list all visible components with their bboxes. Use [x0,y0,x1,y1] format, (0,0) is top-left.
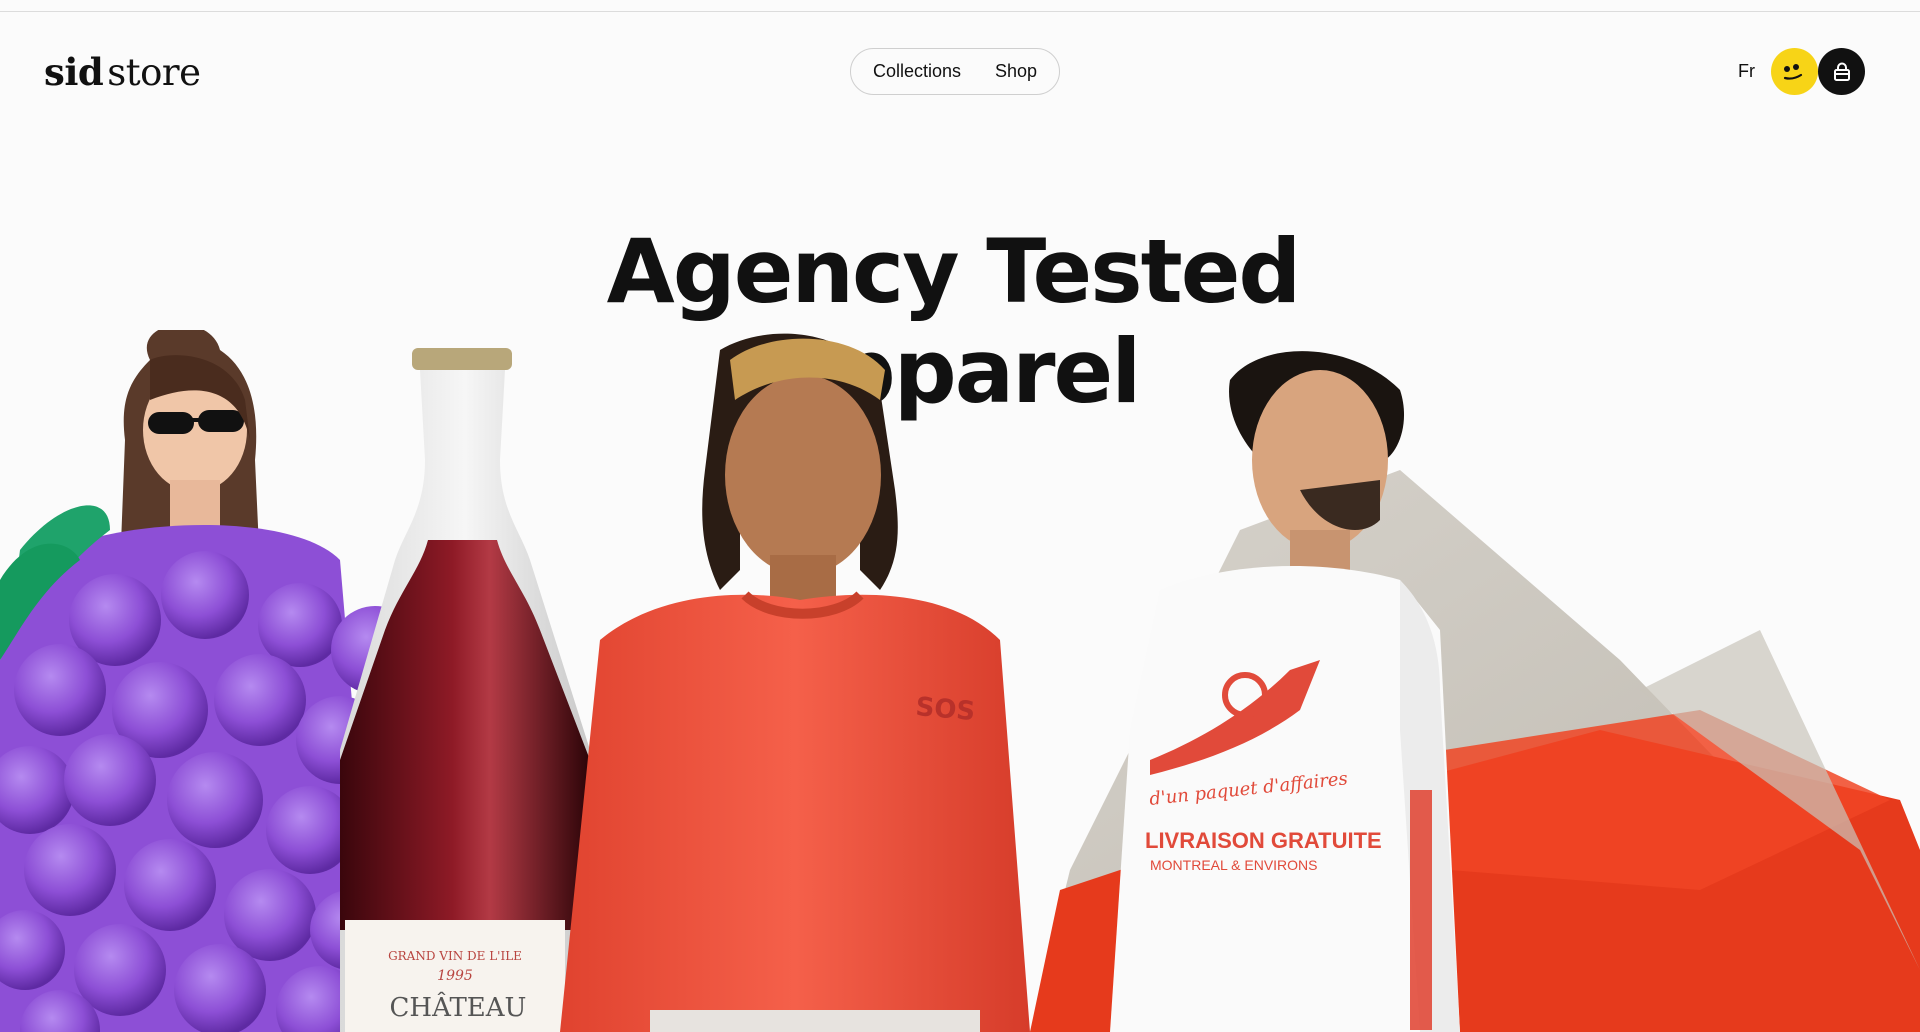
shopping-bag-icon[interactable] [1818,48,1865,95]
logo-sid: sid [44,50,104,94]
wine-label-chateau: CHÂTEAU [390,991,527,1023]
white-shirt-model: d'un paquet d'affaires LIVRAISON GRATUIT… [1110,351,1460,1032]
hero-imagery: GRAND VIN DE L'ILE 1995 CHÂTEAU SOS d'un… [0,330,1920,1032]
hero-title-line1: Agency Tested [606,220,1302,323]
sweater-print: SOS [914,692,976,727]
smiley-face-icon[interactable] [1771,48,1818,95]
wine-bottle: GRAND VIN DE L'ILE 1995 CHÂTEAU [340,348,590,1032]
nav-shop-link[interactable]: Shop [995,61,1037,82]
wine-label-line1: GRAND VIN DE L'ILE [388,949,522,963]
wine-label-year: 1995 [437,968,473,984]
main-nav: Collections Shop [850,48,1060,95]
hero-imagery-svg: GRAND VIN DE L'ILE 1995 CHÂTEAU SOS d'un… [0,330,1920,1032]
page: sid store Collections Shop Fr Agency Tes… [0,0,1920,1032]
nav-collections-link[interactable]: Collections [873,61,961,82]
site-logo[interactable]: sid store [44,50,201,94]
shirt-print-sub: MONTREAL & ENVIRONS [1150,857,1318,873]
orange-sweater-model: SOS [560,333,1030,1032]
shirt-print-headline: LIVRAISON GRATUITE [1145,828,1382,853]
logo-store: store [107,51,201,94]
top-divider [0,11,1920,12]
language-toggle[interactable]: Fr [1738,61,1755,82]
browser-viewport: sid store Collections Shop Fr Agency Tes… [0,0,1920,1032]
